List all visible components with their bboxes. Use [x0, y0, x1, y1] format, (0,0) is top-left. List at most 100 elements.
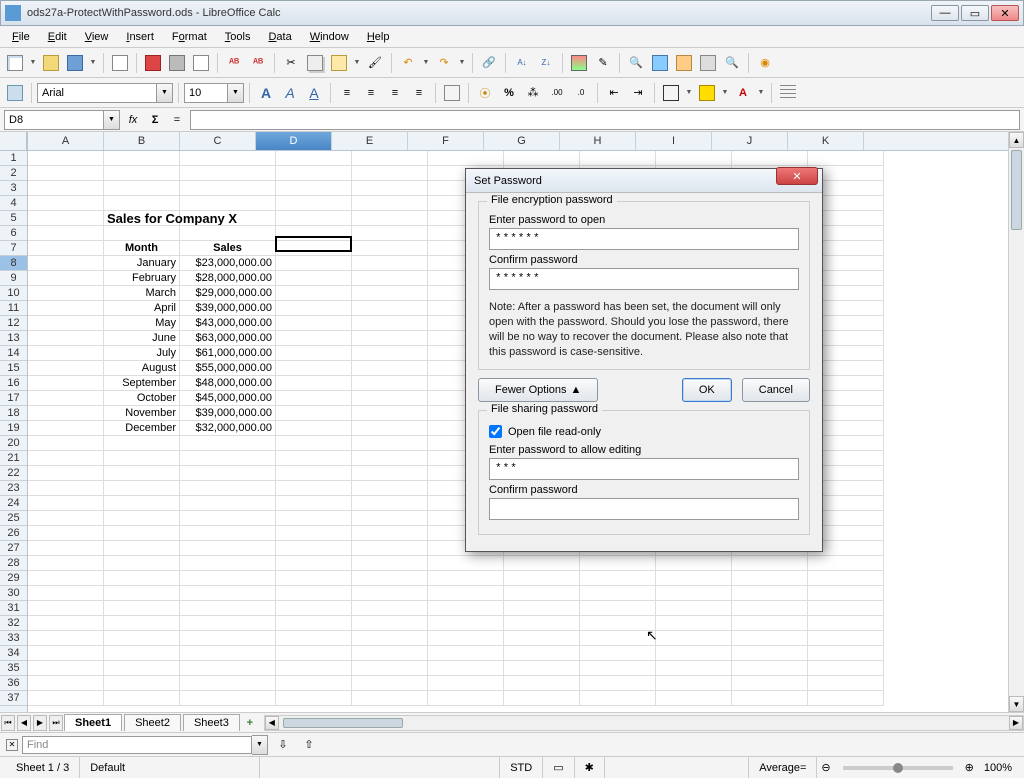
- cell[interactable]: [28, 661, 104, 676]
- underline-button[interactable]: A: [303, 82, 325, 104]
- cell[interactable]: [352, 181, 428, 196]
- cell[interactable]: [28, 391, 104, 406]
- cell[interactable]: [28, 241, 104, 256]
- row-header-9[interactable]: 9: [0, 271, 27, 286]
- cell[interactable]: [180, 151, 276, 166]
- align-right-button[interactable]: ≡: [384, 82, 406, 104]
- cell[interactable]: [504, 601, 580, 616]
- cell[interactable]: [104, 556, 180, 571]
- font-size-combo[interactable]: 10 ▼: [184, 83, 244, 103]
- cell[interactable]: [104, 601, 180, 616]
- new-doc-dropdown[interactable]: ▼: [28, 59, 38, 66]
- save-button[interactable]: [64, 52, 86, 74]
- cell[interactable]: [276, 421, 352, 436]
- cell[interactable]: [28, 421, 104, 436]
- cell[interactable]: [732, 601, 808, 616]
- cell[interactable]: [352, 526, 428, 541]
- cell[interactable]: [104, 481, 180, 496]
- sort-asc-button[interactable]: A↓: [511, 52, 533, 74]
- cell[interactable]: November: [104, 406, 180, 421]
- cell[interactable]: [276, 316, 352, 331]
- gallery-button[interactable]: [673, 52, 695, 74]
- cell[interactable]: $32,000,000.00: [180, 421, 276, 436]
- row-header-18[interactable]: 18: [0, 406, 27, 421]
- cell[interactable]: [104, 646, 180, 661]
- cell[interactable]: [352, 571, 428, 586]
- cell[interactable]: [580, 556, 656, 571]
- cell[interactable]: [276, 376, 352, 391]
- cell[interactable]: [656, 691, 732, 706]
- cell[interactable]: [104, 526, 180, 541]
- cell[interactable]: [28, 496, 104, 511]
- percent-button[interactable]: %: [498, 82, 520, 104]
- cell[interactable]: [28, 586, 104, 601]
- cell[interactable]: [352, 541, 428, 556]
- cell[interactable]: [808, 661, 884, 676]
- cell[interactable]: [104, 631, 180, 646]
- cell[interactable]: [428, 616, 504, 631]
- cell[interactable]: [352, 616, 428, 631]
- cell[interactable]: [276, 631, 352, 646]
- cell[interactable]: [580, 151, 656, 166]
- cell[interactable]: [732, 571, 808, 586]
- cell[interactable]: [352, 361, 428, 376]
- row-header-32[interactable]: 32: [0, 616, 27, 631]
- cell[interactable]: [656, 571, 732, 586]
- row-header-7[interactable]: 7: [0, 241, 27, 256]
- cell[interactable]: [276, 616, 352, 631]
- close-button[interactable]: ✕: [991, 5, 1019, 21]
- cell[interactable]: [580, 571, 656, 586]
- show-draw-button[interactable]: ✎: [592, 52, 614, 74]
- scroll-down-arrow[interactable]: ▼: [1009, 696, 1024, 712]
- cell[interactable]: [352, 691, 428, 706]
- number-std-button[interactable]: ⁂: [522, 82, 544, 104]
- tab-nav-first[interactable]: ⏮: [1, 715, 15, 731]
- row-header-12[interactable]: 12: [0, 316, 27, 331]
- cell[interactable]: [580, 631, 656, 646]
- row-header-36[interactable]: 36: [0, 676, 27, 691]
- row-header-10[interactable]: 10: [0, 286, 27, 301]
- cell[interactable]: [276, 331, 352, 346]
- cell[interactable]: [28, 316, 104, 331]
- cell[interactable]: [352, 346, 428, 361]
- cell[interactable]: [180, 661, 276, 676]
- close-findbar-icon[interactable]: ✕: [6, 739, 18, 751]
- cell[interactable]: [732, 676, 808, 691]
- cell[interactable]: [180, 481, 276, 496]
- cell[interactable]: [808, 631, 884, 646]
- cell[interactable]: [352, 316, 428, 331]
- new-doc-button[interactable]: [4, 52, 26, 74]
- cell[interactable]: [28, 151, 104, 166]
- row-header-6[interactable]: 6: [0, 226, 27, 241]
- cell[interactable]: [808, 586, 884, 601]
- cell[interactable]: [504, 151, 580, 166]
- hyperlink-button[interactable]: 🔗: [478, 52, 500, 74]
- find-dropdown[interactable]: ▼: [252, 735, 268, 755]
- cell[interactable]: [428, 661, 504, 676]
- cell[interactable]: August: [104, 361, 180, 376]
- menu-format[interactable]: Format: [164, 29, 215, 45]
- cell[interactable]: [352, 436, 428, 451]
- scroll-right-arrow[interactable]: ▶: [1009, 716, 1023, 730]
- confirm-edit-password-input[interactable]: [489, 498, 799, 520]
- row-header-14[interactable]: 14: [0, 346, 27, 361]
- sheet-tab-1[interactable]: Sheet1: [64, 714, 122, 731]
- cell[interactable]: [104, 496, 180, 511]
- cell[interactable]: [276, 181, 352, 196]
- cell[interactable]: [180, 586, 276, 601]
- cell[interactable]: [104, 541, 180, 556]
- col-header-J[interactable]: J: [712, 132, 788, 150]
- chart-button[interactable]: [568, 52, 590, 74]
- bgcolor-dropdown[interactable]: ▼: [720, 89, 730, 96]
- cell[interactable]: [276, 346, 352, 361]
- col-header-K[interactable]: K: [788, 132, 864, 150]
- cell[interactable]: [28, 571, 104, 586]
- cell[interactable]: [28, 211, 104, 226]
- cell[interactable]: [504, 571, 580, 586]
- function-equals-icon[interactable]: =: [168, 111, 186, 129]
- menu-data[interactable]: Data: [260, 29, 299, 45]
- cell[interactable]: February: [104, 271, 180, 286]
- horizontal-scrollbar[interactable]: ◀ ▶: [264, 715, 1024, 731]
- cell[interactable]: [352, 661, 428, 676]
- font-name-combo[interactable]: Arial ▼: [37, 83, 173, 103]
